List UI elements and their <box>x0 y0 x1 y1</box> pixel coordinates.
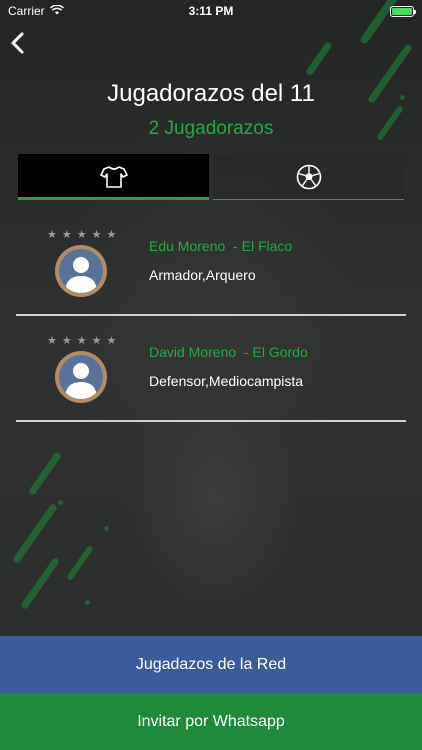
player-positions: Armador,Arquero <box>149 267 256 283</box>
rating-stars: ★ ★ ★ ★ ★ <box>47 230 116 241</box>
star-icon: ★ <box>91 229 102 241</box>
player-positions: Defensor,Mediocampista <box>149 373 304 389</box>
star-icon: ★ <box>61 335 72 347</box>
rating-stars: ★ ★ ★ ★ ★ <box>47 336 116 347</box>
player-list: ★ ★ ★ ★ ★ Edu Moreno - El Flaco Armador,Arquer… <box>16 210 406 422</box>
star-icon: ★ <box>106 229 117 241</box>
star-icon: ★ <box>47 229 57 241</box>
person-icon <box>65 257 97 293</box>
decor-dot <box>104 526 109 531</box>
jersey-icon <box>99 166 128 188</box>
star-icon: ★ <box>61 229 72 241</box>
star-icon: ★ <box>76 335 87 347</box>
wifi-icon <box>49 4 64 18</box>
player-name: David Moreno - El Gordo <box>149 344 308 360</box>
decor-dot <box>85 600 90 605</box>
star-icon: ★ <box>106 335 117 347</box>
tab-players[interactable] <box>18 154 209 200</box>
whatsapp-invite-button[interactable]: Invitar por Whatsapp <box>0 693 422 750</box>
network-players-button[interactable]: Jugadazos de la Red <box>0 636 422 693</box>
tab-matches[interactable] <box>213 154 404 200</box>
person-icon <box>65 363 97 399</box>
chevron-left-icon <box>11 32 24 54</box>
decor-dot <box>58 500 63 505</box>
star-icon: ★ <box>47 335 57 347</box>
player-count: 2 Jugadorazos <box>148 118 274 139</box>
star-icon: ★ <box>91 335 102 347</box>
back-button[interactable] <box>6 30 28 56</box>
player-row[interactable]: ★ ★ ★ ★ ★ Edu Moreno - El Flaco Armador,Arquer… <box>16 210 406 316</box>
status-bar: Carrier 3:11 PM <box>0 0 422 22</box>
player-name: Edu Moreno - El Flaco <box>149 238 293 254</box>
star-icon: ★ <box>76 229 87 241</box>
carrier-label: Carrier <box>8 4 45 18</box>
avatar <box>55 351 107 403</box>
player-row[interactable]: ★ ★ ★ ★ ★ David Moreno - El Gordo Defensor,Med… <box>16 316 406 422</box>
tab-bar <box>18 154 404 200</box>
battery-icon <box>390 5 416 17</box>
page-title: Jugadorazos del 11 <box>107 80 315 107</box>
soccer-ball-icon <box>296 164 321 190</box>
avatar <box>55 245 107 297</box>
